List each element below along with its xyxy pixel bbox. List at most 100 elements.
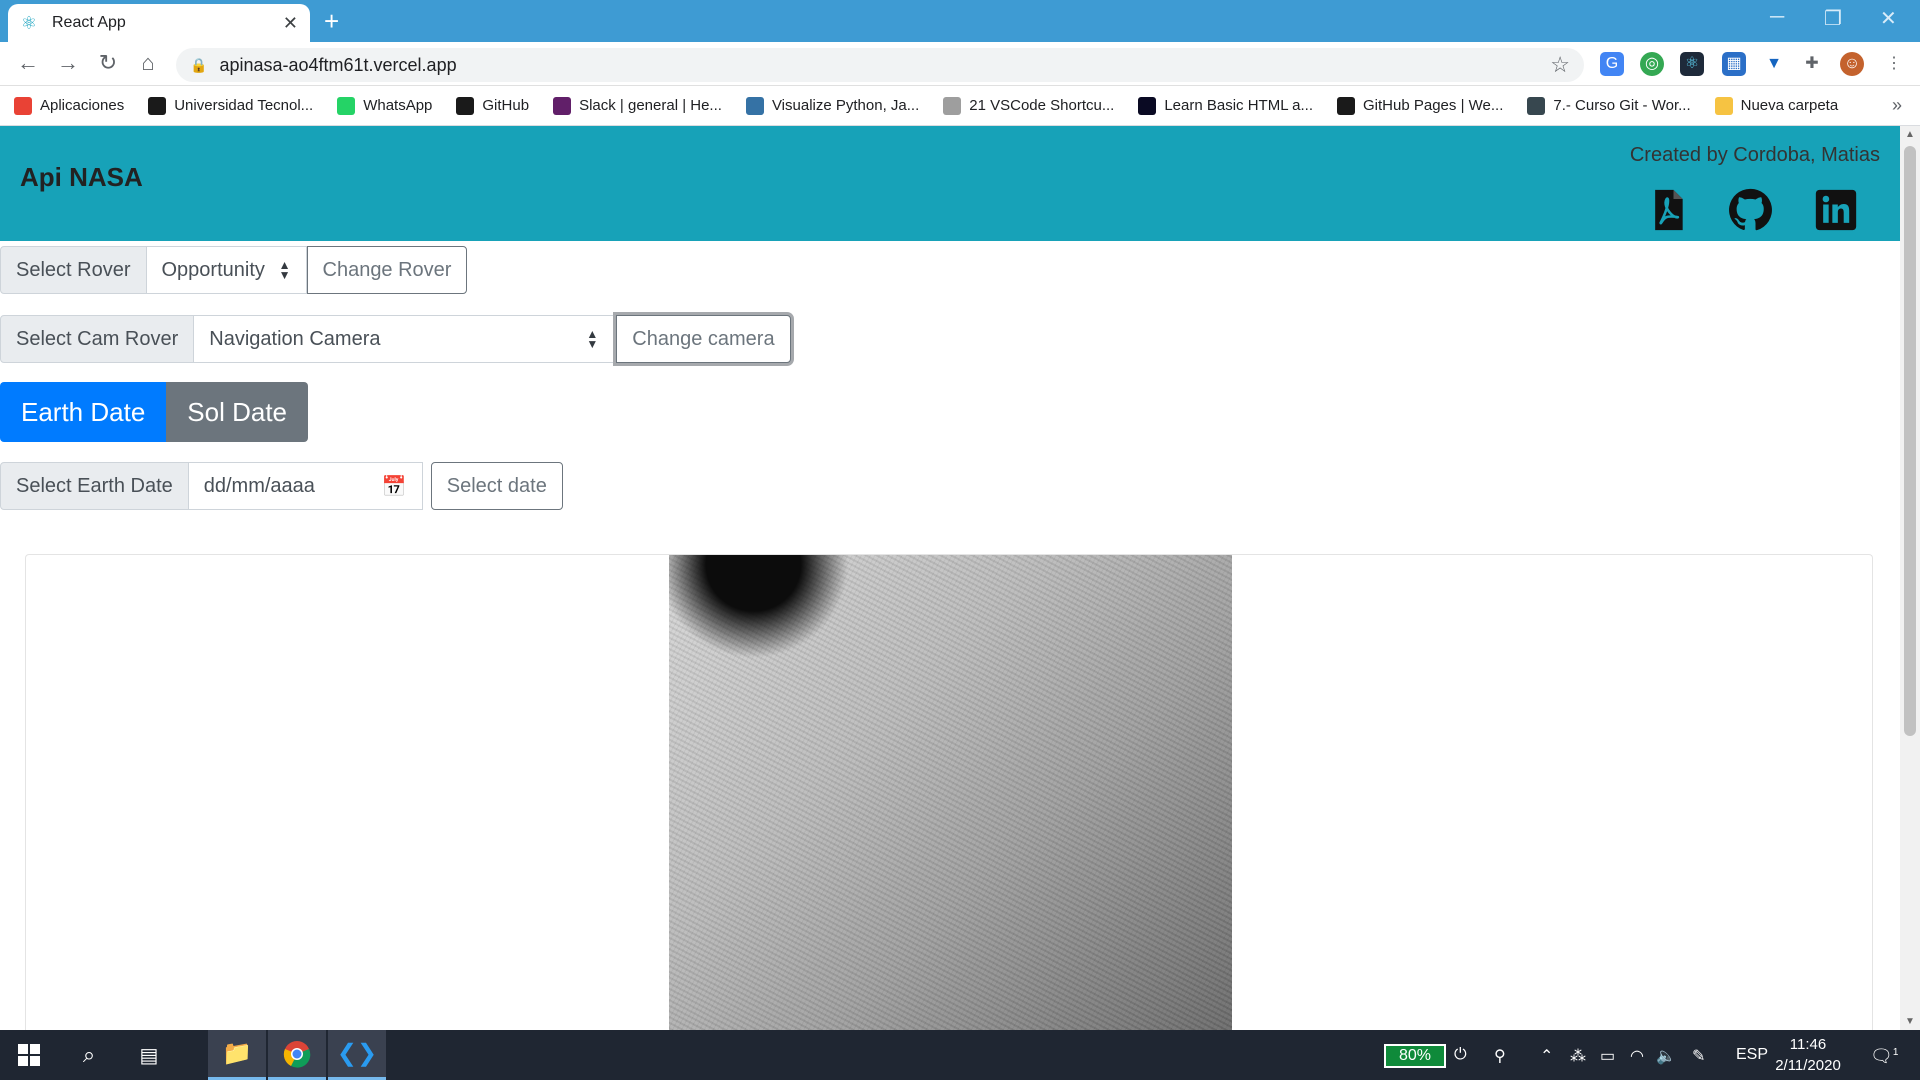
bookmark-label: GitHub Pages | We... (1363, 97, 1504, 114)
rover-select[interactable]: Opportunity ▲ ▼ (146, 246, 307, 294)
bookmark-item[interactable]: WhatsApp (337, 96, 433, 115)
language-indicator[interactable]: ESP (1736, 1046, 1768, 1064)
github-icon (456, 96, 475, 115)
clock-date: 2/11/2020 (1775, 1057, 1841, 1074)
pdf-icon[interactable] (1646, 188, 1690, 232)
bookmark-label: 21 VSCode Shortcu... (969, 97, 1115, 114)
bookmark-item[interactable]: Learn Basic HTML a... (1138, 96, 1314, 115)
camera-selected-value: Navigation Camera (209, 327, 381, 350)
bookmark-item[interactable]: 21 VSCode Shortcu... (943, 96, 1115, 115)
linkedin-icon[interactable] (1814, 188, 1858, 232)
camera-select[interactable]: Navigation Camera ▲ ▼ (194, 315, 615, 363)
bookmark-item[interactable]: 7.- Curso Git - Wor... (1527, 96, 1691, 115)
vscode-icon[interactable]: ❮❯ (328, 1030, 386, 1080)
earth-date-placeholder: dd/mm/aaaa (203, 474, 315, 497)
browser-toolbar: ← → ↻ ⌂ 🔒 apinasa-ao4ftm61t.vercel.app ☆… (0, 42, 1920, 86)
chrome-icon[interactable] (268, 1030, 326, 1080)
task-view-icon[interactable]: ▤ (120, 1030, 178, 1080)
address-bar[interactable]: 🔒 apinasa-ao4ftm61t.vercel.app ☆ (176, 48, 1584, 82)
bookmark-star-icon[interactable]: ☆ (1550, 52, 1570, 78)
home-icon[interactable]: ⌂ (134, 50, 162, 76)
bookmark-item[interactable]: Slack | general | He... (553, 96, 722, 115)
restore-icon[interactable]: ❐ (1824, 6, 1842, 31)
show-hidden-icons-chevron[interactable]: ⌃ (1540, 1046, 1553, 1066)
dash-icon (943, 96, 962, 115)
rover-label: Select Rover (0, 246, 147, 294)
wifi-icon[interactable]: ◠ (1630, 1046, 1644, 1066)
minimize-icon[interactable]: ─ (1770, 6, 1784, 29)
bookmark-item[interactable]: Universidad Tecnol... (148, 96, 314, 115)
browser-tabstrip: ⚛ React App ✕ + ─ ❐ ✕ (0, 0, 1920, 42)
earth-date-label: Select Earth Date (0, 462, 189, 510)
bookmark-item[interactable]: GitHub Pages | We... (1337, 96, 1504, 115)
system-clock[interactable]: 11:46 2/11/2020 (1770, 1034, 1846, 1076)
calendar-extension-icon[interactable]: ▦ (1722, 52, 1746, 76)
forward-icon[interactable]: → (54, 50, 82, 76)
bookmark-label: Learn Basic HTML a... (1164, 97, 1314, 114)
browser-tab[interactable]: ⚛ React App ✕ (8, 4, 310, 42)
battery-indicator[interactable]: 80% (1384, 1044, 1446, 1068)
doc-icon (1527, 96, 1546, 115)
volume-icon[interactable]: 🔈 (1656, 1046, 1676, 1066)
bookmark-item[interactable]: Aplicaciones (14, 96, 125, 115)
back-icon[interactable]: ← (14, 50, 42, 76)
bookmark-label: Universidad Tecnol... (174, 97, 314, 114)
earth-date-input[interactable]: dd/mm/aaaa 📅 (188, 462, 423, 510)
page-scrollbar[interactable]: ▲ ▼ (1900, 126, 1920, 1030)
extensions-puzzle-icon[interactable]: ✚ (1800, 52, 1824, 76)
scroll-up-icon[interactable]: ▲ (1905, 129, 1915, 140)
shield-extension-icon[interactable]: ▼ (1762, 52, 1786, 76)
reload-icon[interactable]: ↻ (94, 50, 122, 76)
select-date-button[interactable]: Select date (430, 462, 563, 510)
bookmark-label: Aplicaciones (40, 97, 125, 114)
sol-date-button[interactable]: Sol Date (166, 382, 309, 442)
rover-selected-value: Opportunity (161, 258, 265, 281)
bookmarks-overflow-button[interactable]: » (1892, 95, 1902, 116)
bookmark-item[interactable]: Visualize Python, Ja... (745, 96, 920, 115)
bookmark-label: Visualize Python, Ja... (771, 97, 920, 114)
close-window-icon[interactable]: ✕ (1880, 6, 1897, 31)
author-credit: Created by Cordoba, Matias (1629, 144, 1880, 166)
bookmark-label: 7.- Curso Git - Wor... (1553, 97, 1691, 114)
app-brand[interactable]: Api NASA (20, 162, 143, 193)
github-icon[interactable] (1728, 188, 1772, 232)
menu-kebab-icon[interactable]: ⋮ (1882, 52, 1906, 76)
file-explorer-icon[interactable]: 📁 (208, 1030, 266, 1080)
freecodecamp-icon (1138, 96, 1157, 115)
select-arrows-icon: ▲ ▼ (586, 327, 599, 351)
app-header: Api NASA Created by Cordoba, Matias (0, 126, 1900, 241)
mars-rover-photo (669, 555, 1232, 1034)
bookmark-item[interactable]: GitHub (456, 96, 530, 115)
earth-date-button[interactable]: Earth Date (0, 382, 167, 442)
close-tab-icon[interactable]: ✕ (283, 13, 298, 34)
change-camera-button[interactable]: Change camera (616, 315, 791, 363)
bookmark-item[interactable]: Nueva carpeta (1714, 96, 1838, 115)
tab-title: React App (52, 14, 126, 31)
search-icon[interactable]: ⌕ (60, 1030, 118, 1080)
date-type-toggle: Earth Date Sol Date (0, 382, 309, 442)
calendar-icon[interactable]: 📅 (382, 474, 407, 499)
url-text: apinasa-ao4ftm61t.vercel.app (219, 54, 457, 75)
scroll-down-icon[interactable]: ▼ (1905, 1016, 1915, 1027)
rover-form: Select Rover Opportunity ▲ ▼ Change Rover (0, 246, 468, 294)
change-rover-button[interactable]: Change Rover (306, 246, 468, 294)
pen-ink-icon[interactable]: ✎ (1692, 1046, 1705, 1066)
people-icon[interactable]: ⚲ (1494, 1046, 1506, 1066)
battery-icon[interactable]: ▭ (1600, 1046, 1615, 1066)
bookmark-label: GitHub (482, 97, 530, 114)
react-devtools-icon[interactable]: ⚛ (1680, 52, 1704, 76)
bookmark-label: WhatsApp (363, 97, 433, 114)
bookmarks-bar: Aplicaciones Universidad Tecnol... WhatsAp… (0, 86, 1920, 126)
translate-icon[interactable]: G (1600, 52, 1624, 76)
scroll-thumb[interactable] (1904, 146, 1916, 736)
windows-start-icon[interactable] (0, 1030, 58, 1080)
windows-taskbar: ⌕ ▤ 📁 ❮❯ 80% ⏻ ⚲ ⌃ ⁂ ▭ ◠ 🔈 ✎ ESP 11:46 2… (0, 1030, 1920, 1080)
new-tab-button[interactable]: + (324, 6, 339, 37)
profile-avatar[interactable]: ☺ (1840, 52, 1864, 76)
power-plug-icon[interactable]: ⏻ (1454, 1046, 1467, 1064)
python-icon (745, 96, 764, 115)
notifications-icon[interactable]: 🗨1 (1870, 1046, 1898, 1067)
react-icon: ⚛ (20, 13, 38, 33)
network-icon[interactable]: ⁂ (1570, 1046, 1586, 1066)
extension-circle-icon[interactable]: ◎ (1640, 52, 1664, 76)
